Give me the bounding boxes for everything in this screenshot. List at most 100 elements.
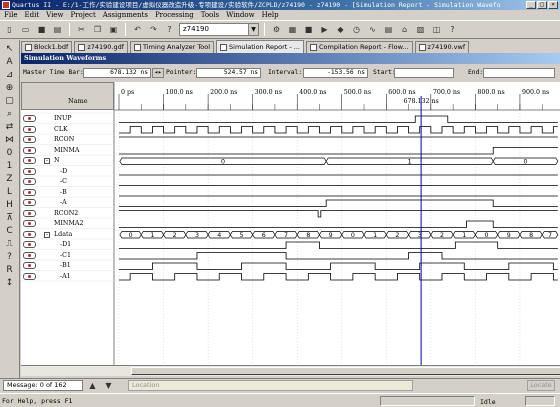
count-value-icon[interactable]: C [2, 225, 17, 237]
weak-low-icon[interactable]: L [2, 186, 17, 198]
menu-view[interactable]: View [46, 11, 63, 19]
open-folder-icon[interactable]: ▭ [19, 23, 32, 36]
signal-row-c1[interactable]: -C1 [21, 250, 114, 261]
selection-tool-icon[interactable]: ↖ [2, 43, 17, 55]
signal-row-a[interactable]: -A [21, 197, 114, 208]
signal-visibility-icon[interactable] [23, 251, 36, 259]
signal-visibility-icon[interactable] [23, 220, 36, 227]
weak-high-icon[interactable]: H [2, 199, 17, 211]
tab-compilation-report[interactable]: Compilation Report - Flow... [305, 41, 413, 53]
message-up-icon[interactable]: ▲ [86, 379, 99, 392]
replace-icon[interactable]: ⇄ [2, 121, 17, 133]
signal-visibility-icon[interactable] [23, 178, 36, 185]
find-icon[interactable]: ⌕ [2, 108, 17, 120]
cut-icon[interactable]: ✂ [75, 23, 88, 36]
print-icon[interactable]: ▤ [51, 23, 64, 36]
locate-button[interactable]: Locate [527, 380, 555, 391]
signal-row-d1[interactable]: -D1 [21, 239, 114, 250]
signal-row-minma[interactable]: MINMA [21, 145, 114, 156]
signal-row-ldata[interactable]: - Ldata [21, 229, 114, 240]
signal-row-rcon[interactable]: RCON [21, 134, 114, 145]
signal-visibility-icon[interactable] [23, 262, 36, 269]
menu-window[interactable]: Window [226, 11, 255, 19]
menu-project[interactable]: Project [70, 11, 95, 19]
invert-icon[interactable]: ⊼ [2, 212, 17, 224]
signal-visibility-icon[interactable] [23, 272, 36, 280]
horizontal-scrollbar[interactable] [21, 365, 560, 376]
timing-icon[interactable]: ◷ [350, 23, 363, 36]
clock-value-icon[interactable]: ⎍ [2, 238, 17, 250]
expand-collapse-icon[interactable]: - [44, 158, 50, 164]
fullscreen-icon[interactable]: ▢ [2, 95, 17, 107]
scrollbar-thumb[interactable] [131, 367, 560, 375]
signal-row-d[interactable]: -D [21, 166, 114, 177]
message-down-icon[interactable]: ▼ [102, 379, 115, 392]
paste-icon[interactable]: ▣ [107, 23, 120, 36]
signal-visibility-icon[interactable] [23, 125, 36, 133]
floorplan-icon[interactable]: ▧ [414, 23, 427, 36]
menu-file[interactable]: File [4, 11, 17, 19]
context-help-icon[interactable]: ? [163, 23, 176, 36]
menu-edit[interactable]: Edit [24, 11, 39, 19]
settings-icon[interactable]: ⚙ [270, 23, 283, 36]
chip-planner-icon[interactable]: ▦ [286, 23, 299, 36]
arbitrary-value-icon[interactable]: ? [2, 251, 17, 263]
tab-simulation-report[interactable]: Simulation Report - ... [216, 40, 304, 53]
signal-visibility-icon[interactable] [23, 199, 36, 206]
chevron-down-icon[interactable]: ▼ [248, 24, 258, 35]
simulate-icon[interactable]: ∿ [366, 23, 379, 36]
signal-row-b1[interactable]: -B1 [21, 260, 114, 271]
signal-row-c[interactable]: -C [21, 176, 114, 187]
analysis-icon[interactable]: ◆ [334, 23, 347, 36]
name-column-header[interactable]: Name [21, 82, 114, 110]
location-field[interactable]: Location [128, 380, 413, 391]
signal-row-minma2[interactable]: MINMA2 [21, 218, 114, 229]
menu-help[interactable]: Help [262, 11, 279, 19]
signal-row-a1[interactable]: -A1 [21, 271, 114, 282]
force-low-icon[interactable]: 0 [2, 147, 17, 159]
signal-visibility-icon[interactable] [23, 136, 36, 143]
signal-row-b[interactable]: -B [21, 187, 114, 198]
tab-timing-analyzer[interactable]: Timing Analyzer Tool [130, 41, 215, 53]
signal-visibility-icon[interactable] [23, 241, 36, 248]
help-icon[interactable]: ? [446, 23, 459, 36]
undo-icon[interactable]: ↶ [131, 23, 144, 36]
programmer-icon[interactable]: ⌂ [398, 23, 411, 36]
signal-row-rcon2[interactable]: RCON2 [21, 208, 114, 219]
maximize-button[interactable]: □ [537, 1, 547, 9]
close-button[interactable]: × [548, 1, 558, 9]
message-combo[interactable]: Message: 0 of 162 [3, 380, 83, 391]
save-icon[interactable]: ■ [35, 23, 48, 36]
report-icon[interactable]: ▤ [382, 23, 395, 36]
copy-icon[interactable]: ❐ [91, 23, 104, 36]
force-high-icon[interactable]: 1 [2, 160, 17, 172]
master-time-bar-field[interactable]: 678.132 ns [83, 68, 151, 78]
signal-row-clk[interactable]: CLK [21, 124, 114, 135]
rtl-viewer-icon[interactable]: ◫ [430, 23, 443, 36]
start-field[interactable] [394, 68, 454, 78]
project-combo[interactable]: z74190 ▼ [179, 23, 259, 36]
stop-icon[interactable]: ■ [302, 23, 315, 36]
compile-icon[interactable]: ▶ [318, 23, 331, 36]
end-field[interactable] [483, 68, 555, 78]
expand-collapse-icon[interactable]: - [44, 231, 50, 238]
signal-visibility-icon[interactable] [23, 230, 36, 238]
signal-visibility-icon[interactable] [23, 209, 36, 217]
text-tool-icon[interactable]: A [2, 56, 17, 68]
sort-icon[interactable]: ↕ [2, 277, 17, 289]
menu-assignments[interactable]: Assignments [103, 11, 148, 19]
waveform-viewer[interactable]: 0 ps 100.0 ns 200.0 ns 300.0 ns 400.0 ns 500.… [21, 82, 560, 378]
minimize-button[interactable]: _ [526, 1, 536, 9]
signal-visibility-icon[interactable] [23, 157, 36, 164]
tab-z74190-gdf[interactable]: z74190.gdf [74, 41, 129, 53]
tab-block1-bdf[interactable]: Block1.bdf [21, 41, 73, 53]
tab-z74190-vwf[interactable]: z74190.vwf [414, 41, 470, 53]
master-time-stepper[interactable]: ◂▸ [152, 68, 164, 78]
menu-processing[interactable]: Processing [155, 11, 194, 19]
new-file-icon[interactable]: ▯ [3, 23, 16, 36]
menu-tools[interactable]: Tools [201, 11, 219, 19]
redo-icon[interactable]: ↷ [147, 23, 160, 36]
uninitialized-icon[interactable]: ⋈ [2, 134, 17, 146]
signal-row-inup[interactable]: INUP [21, 113, 114, 124]
zoom-tool-icon[interactable]: ⊕ [2, 82, 17, 94]
